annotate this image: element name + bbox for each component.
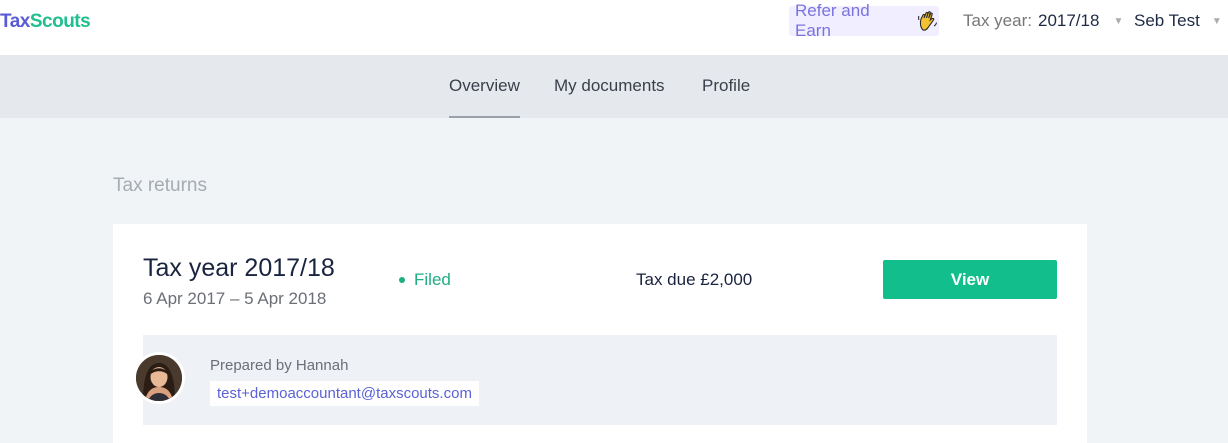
tab-overview[interactable]: Overview [449, 76, 520, 118]
tab-profile[interactable]: Profile [702, 76, 750, 96]
card-title: Tax year 2017/18 [143, 254, 335, 282]
status-dot-icon [399, 277, 405, 283]
prepared-by-label: Prepared by Hannah [210, 357, 349, 374]
chevron-down-icon: ▼ [1113, 15, 1124, 27]
main-nav: Overview My documents Profile [0, 55, 1228, 118]
refer-and-earn-label: Refer and Earn [795, 1, 870, 40]
waving-hand-icon [917, 10, 939, 32]
accountant-email-link[interactable]: test+demoaccountant@taxscouts.com [210, 381, 479, 406]
status-badge: Filed [399, 270, 451, 290]
section-title: Tax returns [113, 175, 207, 196]
tab-my-documents[interactable]: My documents [554, 76, 665, 96]
card-dates: 6 Apr 2017 – 5 Apr 2018 [143, 289, 327, 308]
tax-year-selector[interactable]: Tax year: 2017/18 ▼ [963, 11, 1123, 31]
logo-part-scouts: Scouts [29, 11, 91, 32]
view-button[interactable]: View [883, 260, 1057, 299]
status-label: Filed [414, 270, 451, 289]
tax-year-label: Tax year: [963, 11, 1032, 30]
tax-due: Tax due £2,000 [636, 270, 753, 289]
taxscouts-logo[interactable]: TaxScouts [0, 11, 91, 33]
tax-return-card: Tax year 2017/18 6 Apr 2017 – 5 Apr 2018… [113, 224, 1087, 443]
top-header: TaxScouts Refer and Earn Tax year: 2017/… [0, 0, 1228, 55]
refer-and-earn-button[interactable]: Refer and Earn [789, 1, 939, 40]
user-menu[interactable]: Seb Test ▼ [1134, 11, 1222, 31]
avatar [133, 352, 185, 404]
chevron-down-icon: ▼ [1211, 15, 1222, 27]
tax-year-value: 2017/18 [1037, 11, 1100, 30]
preparer-panel: Prepared by Hannah test+demoaccountant@t… [133, 335, 1057, 425]
user-name: Seb Test [1134, 11, 1200, 30]
logo-part-tax: Tax [0, 11, 30, 32]
